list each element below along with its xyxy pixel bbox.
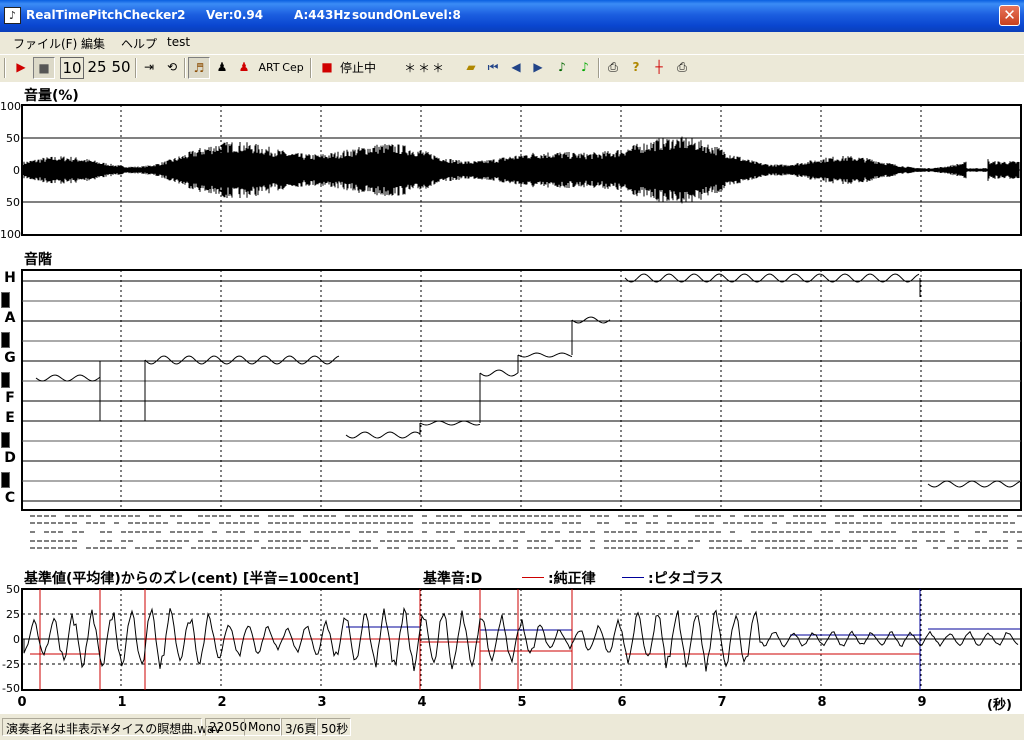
help-icon: ? xyxy=(632,60,640,74)
note-green-button[interactable]: ♪ xyxy=(574,57,596,79)
next-icon: ▶ xyxy=(533,60,543,74)
menu-test[interactable]: test xyxy=(167,35,190,49)
app-icon: ♪ xyxy=(4,7,21,24)
status-bar: 演奏者名は非表示¥タイスの瞑想曲.wav 22050 Mono 3/6頁 50秒 xyxy=(0,714,1024,740)
plot-canvas xyxy=(21,104,1022,691)
violin-icon: ♬ xyxy=(193,61,205,75)
stop-icon: ■ xyxy=(38,61,50,75)
marker-button[interactable]: ┼ xyxy=(648,57,670,79)
app-title: RealTimePitchChecker2 xyxy=(26,8,186,22)
jump-end-icon: ⇥ xyxy=(143,60,155,74)
marker-icon: ┼ xyxy=(655,60,663,74)
person-red-button[interactable]: ♟ xyxy=(233,57,255,79)
toolbar-separator xyxy=(4,58,6,78)
record-icon: ■ xyxy=(321,60,333,74)
open-folder-icon: ▰ xyxy=(466,60,476,74)
status-text: 停止中 xyxy=(340,61,377,75)
help-button[interactable]: ? xyxy=(625,57,647,79)
toolbar-separator xyxy=(135,58,137,78)
print2-button[interactable]: ⎙ xyxy=(671,57,693,79)
print-icon: ⎙ xyxy=(608,60,618,74)
status-channels: Mono xyxy=(244,718,281,736)
prev-button[interactable]: ◀ xyxy=(505,57,527,79)
person-black-icon: ♟ xyxy=(216,60,228,74)
toolbar-separator xyxy=(598,58,600,78)
status-page: 3/6頁 xyxy=(281,718,317,736)
violin-button[interactable]: ♬ xyxy=(188,57,210,79)
menu-help[interactable]: ヘルプ xyxy=(121,35,157,52)
speed-50-button[interactable]: 50 xyxy=(109,57,133,79)
record-button[interactable]: ■ xyxy=(316,57,338,79)
pitch-readout: ＊＊＊ xyxy=(404,61,447,75)
cep-button[interactable]: Cep xyxy=(281,57,305,79)
close-icon: ✕ xyxy=(1003,6,1016,24)
person-black-button[interactable]: ♟ xyxy=(211,57,233,79)
toolbar: ▶ ■ 10 25 50 ⇥ ⟲ ♬ ♟ ♟ ART Cep ■ 停止中 ＊＊＊… xyxy=(0,54,1024,80)
speed-25-button[interactable]: 25 xyxy=(85,57,109,79)
person-red-icon: ♟ xyxy=(238,60,250,74)
version-label: Ver:0.94 xyxy=(206,8,264,22)
menu-edit[interactable]: 編集 xyxy=(81,35,105,52)
print2-icon: ⎙ xyxy=(677,60,687,74)
next-button[interactable]: ▶ xyxy=(527,57,549,79)
toolbar-separator xyxy=(184,58,186,78)
menu-file[interactable]: ファイル(F) xyxy=(13,35,77,52)
loop-button[interactable]: ⟲ xyxy=(161,57,183,79)
first-icon: ⏮ xyxy=(487,60,499,74)
stop-button[interactable]: ■ xyxy=(33,57,55,79)
app-window: ♪ RealTimePitchChecker2 Ver:0.94 A:443Hz… xyxy=(0,0,1024,740)
prev-icon: ◀ xyxy=(511,60,521,74)
toolbar-separator xyxy=(310,58,312,78)
status-rate: 22050 xyxy=(205,718,247,736)
open-folder-button[interactable]: ▰ xyxy=(460,57,482,79)
menu-bar: ファイル(F) 編集 ヘルプ test xyxy=(0,32,1024,52)
note-green-icon: ♪ xyxy=(581,60,589,74)
status-file: 演奏者名は非表示¥タイスの瞑想曲.wav xyxy=(2,718,221,736)
status-duration: 50秒 xyxy=(317,718,351,736)
a-freq-label: A:443Hz xyxy=(294,8,351,22)
speed-10-button[interactable]: 10 xyxy=(60,57,84,79)
close-button[interactable]: ✕ xyxy=(999,5,1020,26)
play-button[interactable]: ▶ xyxy=(10,57,32,79)
first-button[interactable]: ⏮ xyxy=(482,57,504,79)
art-button[interactable]: ART xyxy=(257,57,281,79)
sound-level-label: soundOnLevel:8 xyxy=(352,8,461,22)
title-bar: ♪ RealTimePitchChecker2 Ver:0.94 A:443Hz… xyxy=(0,0,1024,32)
loop-icon: ⟲ xyxy=(166,60,178,74)
play-icon: ▶ xyxy=(16,60,26,74)
note-button[interactable]: ♪ xyxy=(551,57,573,79)
print-button[interactable]: ⎙ xyxy=(602,57,624,79)
note-icon: ♪ xyxy=(558,60,566,74)
jump-end-button[interactable]: ⇥ xyxy=(138,57,160,79)
graph-area: 音量(%) 100 50 0 50 100 音階 H A G F E D C 基… xyxy=(0,82,1024,714)
